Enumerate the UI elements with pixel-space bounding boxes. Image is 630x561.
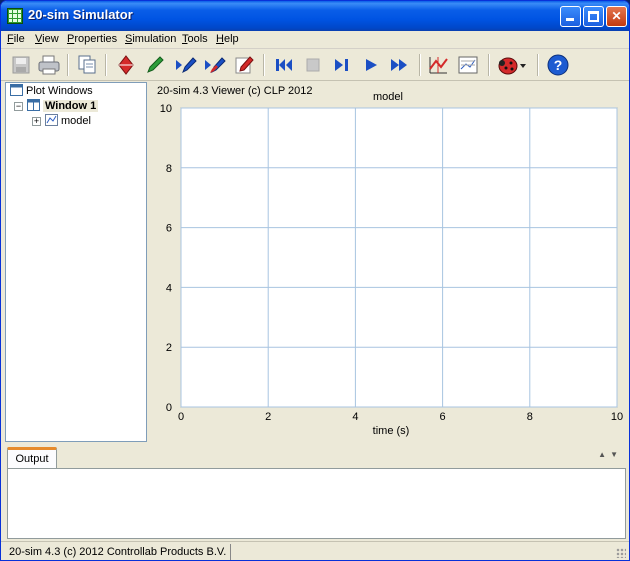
menu-simulation[interactable]: Simulation bbox=[125, 33, 176, 45]
y-tick-label: 2 bbox=[166, 342, 172, 354]
play-icon bbox=[366, 59, 377, 71]
step-icon bbox=[335, 59, 348, 71]
output-text-area[interactable] bbox=[7, 468, 626, 539]
menu-help[interactable]: Help bbox=[216, 33, 239, 45]
menu-view[interactable]: View bbox=[35, 33, 59, 45]
copy-button[interactable] bbox=[75, 53, 99, 77]
tree-window-item[interactable]: Window 1 bbox=[27, 98, 99, 114]
tree-plot-label: model bbox=[61, 115, 91, 127]
svg-text:?: ? bbox=[554, 57, 563, 73]
help-icon: ? bbox=[547, 54, 569, 76]
edit-pen-button[interactable] bbox=[233, 53, 257, 77]
multi-pen-button[interactable] bbox=[203, 53, 227, 77]
close-button[interactable]: ✕ bbox=[606, 6, 627, 27]
plot-button[interactable] bbox=[426, 53, 450, 77]
tree-root[interactable]: Plot Windows bbox=[10, 83, 93, 99]
expand-plot-toggle[interactable]: + bbox=[32, 117, 41, 126]
plot-chart[interactable]: 0 2 4 6 8 10 0 2 4 6 8 10 time (s) bbox=[150, 82, 626, 442]
plot-graph-icon bbox=[45, 114, 58, 126]
status-bar: 20-sim 4.3 (c) 2012 Controllab Products … bbox=[1, 541, 629, 560]
multi-pen-icon bbox=[205, 57, 226, 74]
plot-windows-icon bbox=[10, 84, 23, 96]
tab-output[interactable]: Output bbox=[7, 447, 57, 469]
stop-icon bbox=[306, 58, 320, 72]
x-axis-label: time (s) bbox=[373, 425, 410, 437]
maximize-icon bbox=[588, 11, 599, 22]
status-text: 20-sim 4.3 (c) 2012 Controllab Products … bbox=[5, 544, 232, 560]
window-title: 20-sim Simulator bbox=[28, 7, 133, 22]
x-tick-label: 0 bbox=[178, 411, 184, 423]
menu-tools[interactable]: Tools bbox=[182, 33, 208, 45]
x-tick-label: 4 bbox=[352, 411, 358, 423]
title-bar[interactable]: 20-sim Simulator ✕ bbox=[1, 1, 629, 31]
step-pen-button[interactable] bbox=[174, 53, 198, 77]
main-window: 20-sim Simulator ✕ File View Properties … bbox=[0, 0, 630, 561]
expand-window-toggle[interactable]: − bbox=[14, 102, 23, 111]
plot-panel[interactable]: 20-sim 4.3 Viewer (c) CLP 2012 model 024… bbox=[150, 82, 626, 442]
rewind-button[interactable] bbox=[272, 53, 296, 77]
app-grid-icon bbox=[7, 8, 23, 24]
fast-forward-button[interactable] bbox=[388, 53, 412, 77]
step-button[interactable] bbox=[330, 53, 354, 77]
y-tick-label: 4 bbox=[166, 282, 172, 294]
minimize-icon bbox=[566, 18, 574, 21]
window-icon bbox=[27, 99, 40, 111]
plot-tree-panel: Plot Windows − Window 1 + model bbox=[5, 82, 147, 442]
help-button[interactable]: ? bbox=[546, 53, 570, 77]
tree-root-label: Plot Windows bbox=[26, 85, 93, 97]
x-tick-label: 10 bbox=[611, 411, 623, 423]
x-tick-label: 6 bbox=[440, 411, 446, 423]
fast-forward-icon bbox=[391, 59, 407, 71]
y-tick-label: 0 bbox=[166, 402, 172, 414]
plot-icon bbox=[429, 57, 448, 74]
y-tick-label: 10 bbox=[160, 103, 172, 115]
copy-icon bbox=[78, 55, 96, 74]
resize-grip-icon[interactable] bbox=[616, 548, 626, 558]
properties-button[interactable] bbox=[114, 53, 138, 77]
print-icon bbox=[38, 55, 60, 75]
tree-plot-item[interactable]: model bbox=[45, 113, 91, 129]
output-tab-bar: Output ▲▼ bbox=[5, 445, 626, 469]
menu-bar: File View Properties Simulation Tools He… bbox=[1, 31, 629, 49]
plot-properties-icon bbox=[458, 56, 478, 74]
save-icon bbox=[12, 56, 30, 74]
toolbar: ? bbox=[1, 49, 629, 81]
save-button[interactable] bbox=[9, 53, 33, 77]
maximize-button[interactable] bbox=[583, 6, 604, 27]
debug-button[interactable] bbox=[495, 53, 529, 77]
close-icon: ✕ bbox=[611, 9, 622, 23]
panel-scroll-arrows-icon[interactable]: ▲▼ bbox=[598, 450, 622, 459]
print-button[interactable] bbox=[37, 53, 61, 77]
green-pen-icon bbox=[147, 56, 164, 73]
properties-icon bbox=[118, 55, 134, 75]
minimize-button[interactable] bbox=[560, 6, 581, 27]
edit-pen-icon bbox=[235, 56, 254, 74]
play-button[interactable] bbox=[359, 53, 383, 77]
step-pen-icon bbox=[176, 57, 197, 74]
menu-file[interactable]: File bbox=[7, 33, 25, 45]
x-tick-label: 8 bbox=[527, 411, 533, 423]
x-tick-label: 2 bbox=[265, 411, 271, 423]
menu-properties[interactable]: Properties bbox=[67, 33, 117, 45]
debug-ladybug-icon bbox=[498, 57, 526, 75]
plot-properties-button[interactable] bbox=[456, 53, 480, 77]
y-tick-label: 8 bbox=[166, 163, 172, 175]
green-pen-button[interactable] bbox=[143, 53, 167, 77]
tree-window-label: Window 1 bbox=[43, 100, 99, 112]
y-tick-label: 6 bbox=[166, 223, 172, 235]
stop-button[interactable] bbox=[301, 53, 325, 77]
plot-area bbox=[180, 107, 618, 408]
rewind-icon bbox=[276, 59, 292, 71]
